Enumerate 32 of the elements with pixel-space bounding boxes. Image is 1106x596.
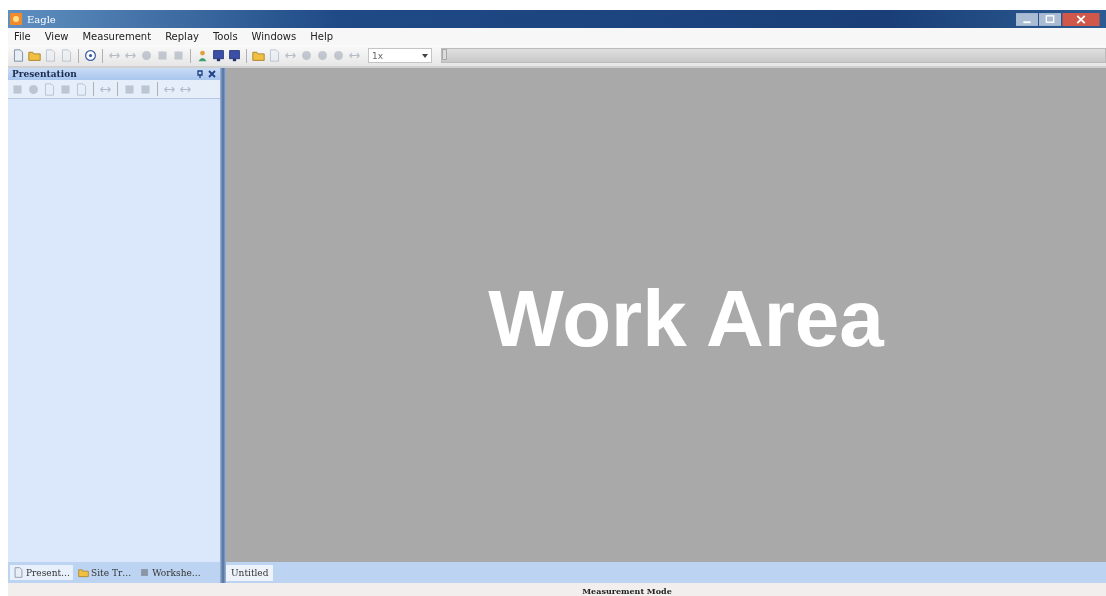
maximize-button[interactable] — [1039, 12, 1061, 26]
menu-item[interactable]: Replay — [165, 31, 199, 42]
window-title: Eagle — [27, 13, 56, 25]
menu-item[interactable]: File — [14, 31, 31, 42]
panel-title: Presentation — [12, 69, 78, 79]
app-icon — [10, 13, 22, 25]
monitor-icon[interactable] — [212, 49, 225, 62]
panel-tab[interactable]: Site Tr… — [75, 565, 135, 580]
menu-item[interactable]: Tools — [212, 31, 238, 42]
panel-tab[interactable]: Present… — [10, 565, 74, 580]
slider-thumb[interactable] — [442, 49, 447, 60]
speed-dropdown[interactable]: 1x — [368, 48, 432, 63]
menu-item[interactable]: Measurement — [82, 31, 152, 42]
work-area-label: Work Area — [488, 273, 884, 365]
square-icon — [139, 567, 151, 578]
document-icon — [13, 567, 24, 578]
monitor-icon[interactable] — [228, 49, 241, 62]
caret-icon — [422, 53, 428, 58]
document-tab[interactable]: Untitled — [226, 564, 274, 581]
pin-icon[interactable] — [196, 70, 204, 78]
folder-icon[interactable] — [252, 49, 265, 62]
folder-icon[interactable] — [28, 49, 41, 62]
close-button[interactable] — [1062, 12, 1100, 26]
panel-tab[interactable]: Workshe… — [136, 565, 204, 580]
menu-item[interactable]: Help — [310, 31, 334, 42]
folder-icon — [78, 567, 90, 578]
status-text: Measurement Mode — [582, 586, 672, 596]
close-icon[interactable] — [208, 70, 216, 78]
minimize-button[interactable] — [1016, 12, 1038, 26]
document-icon[interactable] — [12, 49, 25, 62]
menu-item[interactable]: Windows — [251, 31, 297, 42]
menu-item[interactable]: View — [44, 31, 69, 42]
